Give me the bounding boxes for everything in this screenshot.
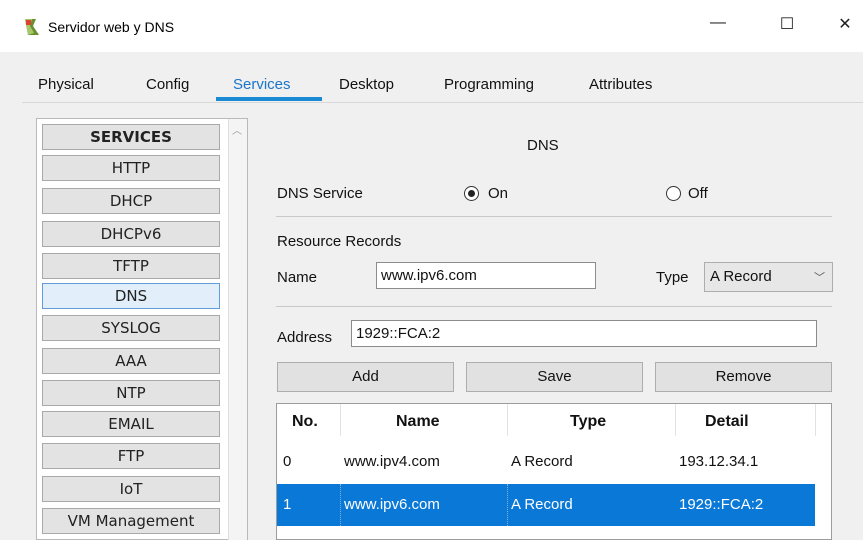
- service-item-vm-management[interactable]: VM Management: [42, 508, 220, 534]
- dns-title: DNS: [527, 137, 559, 154]
- service-item-aaa[interactable]: AAA: [42, 348, 220, 374]
- row-0-type[interactable]: A Record: [511, 453, 573, 470]
- close-button[interactable]: ✕: [825, 14, 863, 42]
- service-item-dhcpv6[interactable]: DHCPv6: [42, 221, 220, 247]
- app-icon: [25, 19, 39, 35]
- address-input[interactable]: 1929::FCA:2: [351, 320, 817, 347]
- row-0-name[interactable]: www.ipv4.com: [344, 453, 440, 470]
- column-separator: [675, 404, 676, 436]
- service-item-syslog[interactable]: SYSLOG: [42, 315, 220, 341]
- remove-button[interactable]: Remove: [655, 362, 832, 392]
- dns-on-radio[interactable]: [464, 186, 479, 201]
- service-item-dns[interactable]: DNS: [42, 283, 220, 309]
- service-item-ftp[interactable]: FTP: [42, 443, 220, 469]
- tab-desktop[interactable]: Desktop: [339, 76, 394, 93]
- scroll-up-icon[interactable]: ︿: [232, 122, 242, 137]
- window-title: Servidor web y DNS: [48, 19, 175, 35]
- cell-separator: [507, 484, 508, 526]
- column-header-name[interactable]: Name: [396, 413, 440, 431]
- services-scrollbar[interactable]: [228, 119, 247, 540]
- add-button[interactable]: Add: [277, 362, 454, 392]
- services-header: SERVICES: [42, 124, 220, 150]
- service-item-email[interactable]: EMAIL: [42, 411, 220, 437]
- row-1-type[interactable]: A Record: [511, 496, 573, 513]
- type-select[interactable]: A Record ﹀: [704, 262, 833, 292]
- row-0-no[interactable]: 0: [283, 453, 291, 470]
- divider: [276, 216, 832, 217]
- column-header-no[interactable]: No.: [292, 413, 318, 431]
- type-select-value: A Record: [710, 268, 772, 285]
- service-item-ntp[interactable]: NTP: [42, 380, 220, 406]
- service-item-http[interactable]: HTTP: [42, 155, 220, 181]
- name-label: Name: [277, 269, 318, 286]
- row-0-detail[interactable]: 193.12.34.1: [679, 453, 758, 470]
- row-1-no[interactable]: 1: [283, 496, 291, 513]
- service-item-tftp[interactable]: TFTP: [42, 253, 220, 279]
- address-label: Address: [277, 329, 333, 346]
- tab-programming[interactable]: Programming: [444, 76, 534, 93]
- tab-config[interactable]: Config: [146, 76, 189, 93]
- tab-services[interactable]: Services: [233, 76, 291, 93]
- cell-separator: [340, 484, 341, 526]
- active-tab-indicator: [216, 97, 322, 101]
- tab-physical[interactable]: Physical: [38, 76, 94, 93]
- service-item-iot[interactable]: IoT: [42, 476, 220, 502]
- name-input[interactable]: www.ipv6.com: [376, 262, 596, 289]
- minimize-button[interactable]: —: [698, 14, 738, 42]
- tab-attributes[interactable]: Attributes: [589, 76, 652, 93]
- column-separator: [340, 404, 341, 436]
- service-item-dhcp[interactable]: DHCP: [42, 188, 220, 214]
- dns-on-label[interactable]: On: [488, 185, 508, 202]
- dns-off-label[interactable]: Off: [688, 185, 708, 202]
- divider: [276, 306, 832, 307]
- column-separator: [507, 404, 508, 436]
- resource-records-label: Resource Records: [277, 233, 402, 250]
- maximize-button[interactable]: ☐: [767, 14, 807, 42]
- row-1-detail[interactable]: 1929::FCA:2: [679, 496, 763, 513]
- column-header-type[interactable]: Type: [570, 413, 606, 431]
- save-button[interactable]: Save: [466, 362, 643, 392]
- type-label: Type: [656, 269, 689, 286]
- chevron-down-icon: ﹀: [814, 272, 825, 284]
- column-header-detail[interactable]: Detail: [705, 413, 749, 431]
- tab-bar: Physical Config Services Desktop Program…: [22, 68, 692, 102]
- column-separator: [815, 404, 816, 436]
- dns-service-label: DNS Service: [277, 185, 363, 202]
- title-bar: Servidor web y DNS — ☐ ✕: [0, 0, 863, 52]
- dns-off-radio[interactable]: [666, 186, 681, 201]
- row-1-name[interactable]: www.ipv6.com: [344, 496, 440, 513]
